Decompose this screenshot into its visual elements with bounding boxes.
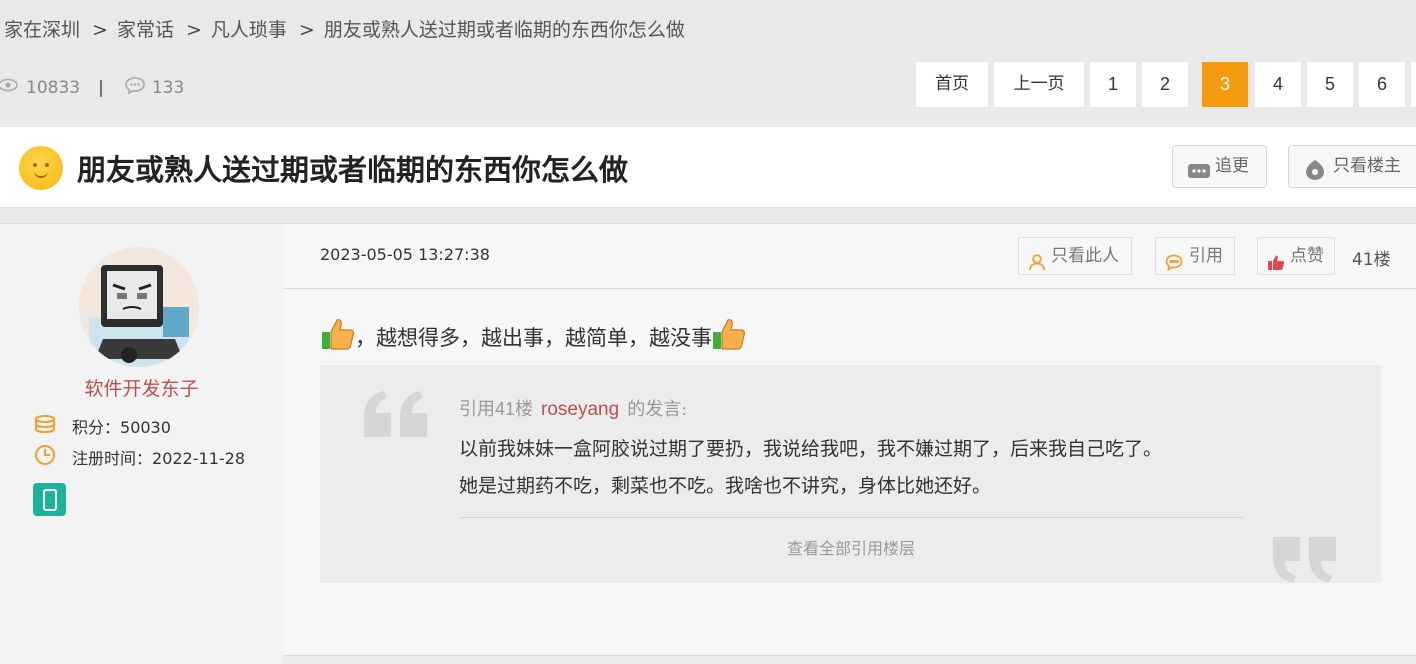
quote-close-icon — [1270, 535, 1338, 587]
quote-label: 引用 — [1189, 246, 1223, 266]
register-label: 注册时间： — [72, 449, 153, 468]
like-icon — [1267, 248, 1285, 284]
post-text: ，越想得多，越出事，越简单，越没事 — [355, 326, 712, 350]
breadcrumb-separator: > — [185, 19, 202, 41]
like-label: 点赞 — [1290, 246, 1324, 266]
views-count: 10833 — [26, 77, 81, 98]
follow-label: 追更 — [1215, 156, 1249, 176]
page-button-2[interactable]: 2 — [1142, 62, 1188, 107]
quote-divider — [459, 517, 1243, 518]
floor-number: 41楼 — [1352, 250, 1391, 270]
topic-header: 朋友或熟人送过期或者临期的东西你怎么做 追更 只看楼主 — [0, 127, 1416, 208]
thumbs-up-icon — [712, 317, 746, 356]
points-value: 50030 — [120, 418, 171, 437]
person-icon — [1029, 248, 1045, 284]
breadcrumb-current: 朋友或熟人送过期或者临期的东西你怎么做 — [323, 19, 685, 41]
page-button-3-current[interactable]: 3 — [1202, 62, 1248, 107]
author-panel: 软件开发东子 积分：50030 注册时间：2022-11-28 — [0, 223, 284, 664]
breadcrumb: 家在深圳 > 家常话 > 凡人琐事 > 朋友或熟人送过期或者临期的东西你怎么做 — [4, 15, 685, 42]
breadcrumb-separator: > — [298, 19, 315, 41]
quoted-post: 引用41楼 roseyang 的发言: 以前我妹妹一盒阿胶说过期了要扔，我说给我吧，… — [320, 365, 1381, 583]
owner-only-button[interactable]: 只看楼主 — [1288, 145, 1416, 188]
quote-suffix: 的发言: — [627, 399, 688, 420]
post-content: ，越想得多，越出事，越简单，越没事 — [321, 317, 746, 356]
page-button-more[interactable] — [1411, 62, 1416, 107]
register-value: 2022-11-28 — [152, 449, 245, 468]
page-button-6[interactable]: 6 — [1359, 62, 1405, 107]
post: 2023-05-05 13:27:38 只看此人 引用 点赞 41楼 ，越想得多… — [283, 223, 1416, 656]
page-title: 朋友或熟人送过期或者临期的东西你怎么做 — [77, 153, 629, 187]
quote-line-2: 她是过期药不吃，剩菜也不吃。我啥也不讲究，身体比她还好。 — [459, 475, 992, 497]
page-button-4[interactable]: 4 — [1255, 62, 1301, 107]
points-label: 积分： — [72, 418, 121, 437]
quote-username[interactable]: roseyang — [541, 399, 619, 420]
quote-line-1: 以前我妹妹一盒阿胶说过期了要扔，我说给我吧，我不嫌过期了，后来我自己吃了。 — [459, 438, 1163, 460]
comment-icon — [124, 76, 146, 99]
view-all-quotes-link[interactable]: 查看全部引用楼层 — [459, 535, 1243, 559]
quote-header: 引用41楼 roseyang 的发言: — [459, 395, 687, 421]
quote-floor-number: 41 — [495, 399, 516, 419]
post-header-divider — [283, 288, 1416, 289]
owner-only-label: 只看楼主 — [1333, 156, 1401, 176]
replies-count: 133 — [151, 77, 185, 98]
quote-open-icon — [362, 391, 430, 443]
chat-icon — [1187, 156, 1211, 197]
breadcrumb-link-family-talk[interactable]: 家常话 — [117, 15, 174, 42]
like-button[interactable]: 点赞 — [1257, 237, 1335, 275]
smiley-icon — [19, 146, 63, 190]
post-time: 2023-05-05 13:27:38 — [320, 245, 490, 264]
page-button-5[interactable]: 5 — [1307, 62, 1353, 107]
eye-icon — [0, 77, 20, 98]
quote-floor-unit: 楼 — [515, 399, 534, 420]
owner-icon — [1303, 156, 1327, 197]
clock-icon — [34, 444, 56, 470]
only-this-user-button[interactable]: 只看此人 — [1018, 237, 1132, 275]
topic-stats: 10833 | 133 — [0, 76, 184, 99]
author-register-date: 注册时间：2022-11-28 — [72, 445, 245, 469]
author-points: 积分：50030 — [72, 414, 171, 438]
breadcrumb-link-daily-life[interactable]: 凡人琐事 — [211, 15, 287, 42]
only-this-user-label: 只看此人 — [1051, 246, 1119, 266]
breadcrumb-link-home[interactable]: 家在深圳 — [4, 15, 80, 42]
breadcrumb-separator: > — [92, 19, 108, 41]
first-page-button[interactable]: 首页 — [916, 62, 988, 107]
quote-button[interactable]: 引用 — [1155, 237, 1235, 275]
coins-icon — [34, 414, 56, 440]
quote-prefix: 引用 — [459, 399, 495, 420]
thumbs-up-icon — [321, 317, 355, 356]
follow-button[interactable]: 追更 — [1172, 145, 1267, 188]
author-name[interactable]: 软件开发东子 — [0, 374, 283, 401]
quote-icon — [1165, 248, 1183, 284]
phone-icon — [33, 483, 66, 516]
avatar[interactable] — [79, 247, 199, 367]
prev-page-button[interactable]: 上一页 — [994, 62, 1084, 107]
stats-divider: | — [98, 77, 104, 98]
page-button-1[interactable]: 1 — [1090, 62, 1136, 107]
